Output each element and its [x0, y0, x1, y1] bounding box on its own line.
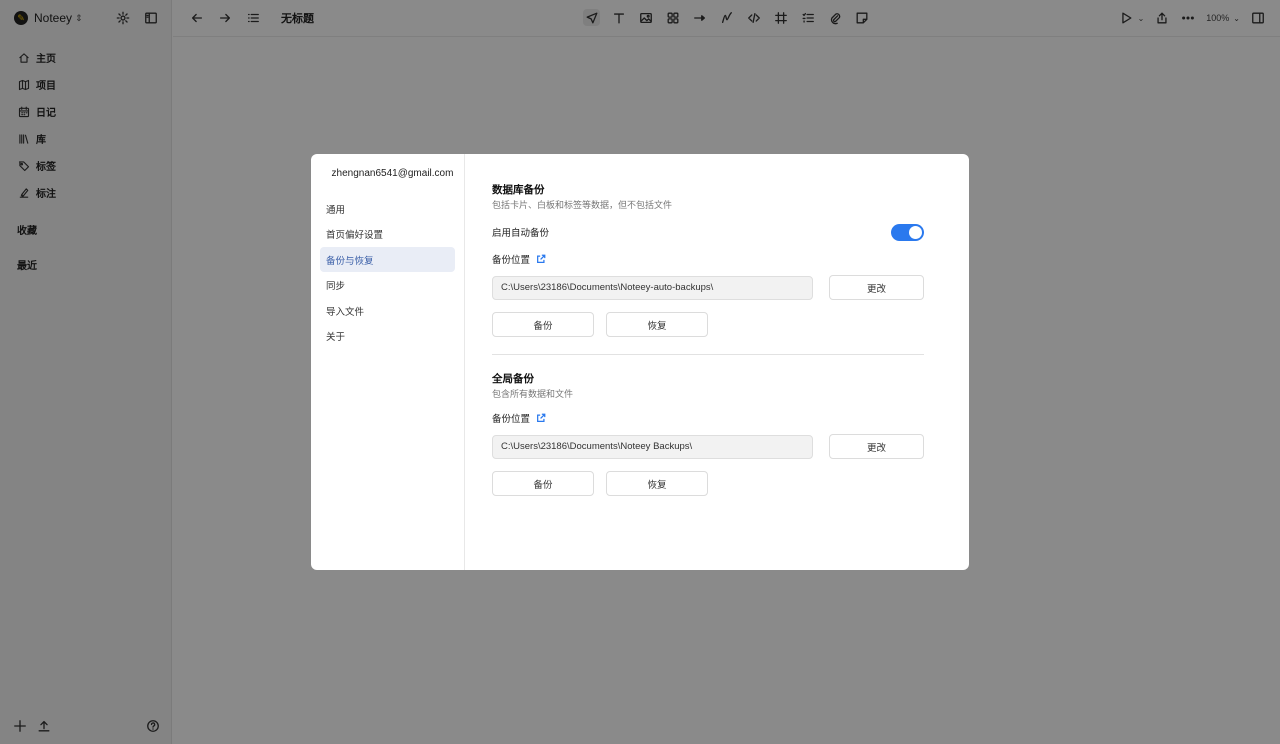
section-divider [492, 354, 924, 355]
db-change-location-button[interactable]: 更改 [829, 275, 924, 300]
db-restore-button[interactable]: 恢复 [606, 312, 708, 337]
full-restore-button[interactable]: 恢复 [606, 471, 708, 496]
settings-tab-about[interactable]: 关于 [320, 324, 455, 349]
db-backup-description: 包括卡片、白板和标签等数据，但不包括文件 [492, 200, 673, 210]
auto-backup-label: 启用自动备份 [492, 228, 550, 239]
db-backup-button[interactable]: 备份 [492, 312, 594, 337]
open-external-icon[interactable] [536, 413, 547, 424]
db-backup-title: 数据库备份 [492, 184, 545, 196]
settings-tab-backup-restore[interactable]: 备份与恢复 [320, 247, 455, 272]
full-backup-button[interactable]: 备份 [492, 471, 594, 496]
full-backup-path-field[interactable]: C:\Users\23186\Documents\Noteey Backups\ [492, 434, 813, 459]
settings-tab-sync[interactable]: 同步 [320, 273, 455, 298]
account-email: zhengnan6541@gmail.com [331, 168, 454, 179]
db-backup-location-label: 备份位置 [492, 255, 531, 266]
settings-tab-import[interactable]: 导入文件 [320, 298, 455, 323]
settings-content: 数据库备份 包括卡片、白板和标签等数据，但不包括文件 启用自动备份 备份位置 C… [465, 154, 969, 570]
full-backup-location-label: 备份位置 [492, 414, 531, 425]
settings-sidebar: zhengnan6541@gmail.com 通用 首页偏好设置 备份与恢复 同… [311, 154, 465, 570]
settings-dialog: zhengnan6541@gmail.com 通用 首页偏好设置 备份与恢复 同… [311, 154, 969, 570]
toggle-knob [909, 225, 922, 239]
settings-menu: 通用 首页偏好设置 备份与恢复 同步 导入文件 关于 [320, 196, 455, 349]
full-change-location-button[interactable]: 更改 [829, 434, 924, 459]
db-backup-path-field[interactable]: C:\Users\23186\Documents\Noteey-auto-bac… [492, 275, 813, 300]
settings-tab-home-preferences[interactable]: 首页偏好设置 [320, 222, 455, 247]
full-backup-title: 全局备份 [492, 373, 534, 385]
full-backup-description: 包含所有数据和文件 [492, 389, 574, 399]
settings-tab-general[interactable]: 通用 [320, 196, 455, 221]
auto-backup-toggle[interactable] [891, 223, 924, 241]
open-external-icon[interactable] [536, 254, 547, 265]
